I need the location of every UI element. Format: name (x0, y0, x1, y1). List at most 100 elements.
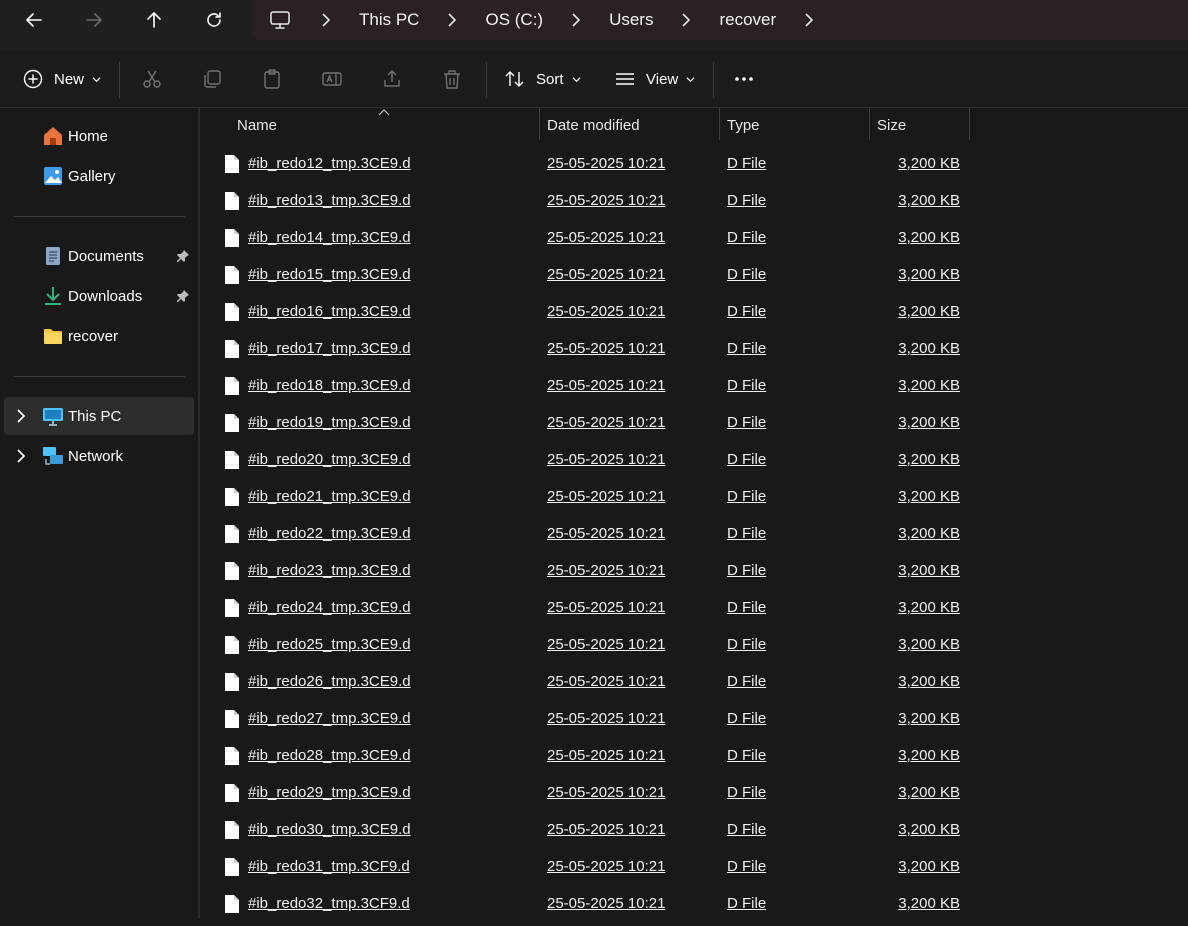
column-header-type[interactable]: Type (727, 109, 760, 141)
chevron-right-icon[interactable] (561, 13, 591, 27)
file-date-modified: 25-05-2025 10:21 (547, 488, 666, 505)
column-divider[interactable] (539, 108, 540, 140)
file-date-modified: 25-05-2025 10:21 (547, 414, 666, 431)
file-row[interactable]: #ib_redo18_tmp.3CE9.d 25-05-2025 10:21 D… (200, 368, 1188, 405)
file-row[interactable]: #ib_redo13_tmp.3CE9.d 25-05-2025 10:21 D… (200, 183, 1188, 220)
sidebar-item-downloads[interactable]: Downloads (4, 277, 194, 315)
file-icon (225, 673, 239, 691)
column-header-date-modified[interactable]: Date modified (547, 109, 640, 141)
breadcrumb-os-c[interactable]: OS (C:) (467, 10, 561, 30)
sort-icon (505, 71, 524, 87)
breadcrumb-users[interactable]: Users (591, 10, 671, 30)
file-icon (225, 414, 239, 432)
pin-icon[interactable] (176, 249, 190, 263)
pin-icon[interactable] (176, 289, 190, 303)
column-divider[interactable] (719, 108, 720, 140)
file-row[interactable]: #ib_redo20_tmp.3CE9.d 25-05-2025 10:21 D… (200, 442, 1188, 479)
trash-icon (444, 70, 460, 89)
file-row[interactable]: #ib_redo16_tmp.3CE9.d 25-05-2025 10:21 D… (200, 294, 1188, 331)
file-row[interactable]: #ib_redo19_tmp.3CE9.d 25-05-2025 10:21 D… (200, 405, 1188, 442)
file-size: 3,200 KB (898, 858, 960, 875)
file-row[interactable]: #ib_redo24_tmp.3CE9.d 25-05-2025 10:21 D… (200, 590, 1188, 627)
copy-button[interactable] (201, 62, 223, 96)
more-options-button[interactable] (733, 62, 755, 96)
sidebar-item-documents[interactable]: Documents (4, 237, 194, 275)
toolbar-divider (713, 62, 714, 98)
breadcrumb-recover[interactable]: recover (701, 10, 794, 30)
file-row[interactable]: #ib_redo17_tmp.3CE9.d 25-05-2025 10:21 D… (200, 331, 1188, 368)
sidebar-item-gallery[interactable]: Gallery (4, 157, 194, 195)
file-date-modified: 25-05-2025 10:21 (547, 266, 666, 283)
sidebar-item-recover[interactable]: recover (4, 317, 194, 355)
share-button[interactable] (381, 62, 403, 96)
file-size: 3,200 KB (898, 266, 960, 283)
chevron-right-icon[interactable] (671, 13, 701, 27)
toolbar-divider (119, 62, 120, 98)
file-name: #ib_redo21_tmp.3CE9.d (248, 488, 411, 505)
chevron-right-icon[interactable] (16, 409, 28, 423)
file-name: #ib_redo22_tmp.3CE9.d (248, 525, 411, 542)
file-icon (225, 821, 239, 839)
column-header-size[interactable]: Size (877, 109, 906, 141)
gallery-icon (42, 165, 64, 187)
file-name: #ib_redo31_tmp.3CF9.d (248, 858, 410, 875)
file-row[interactable]: #ib_redo32_tmp.3CF9.d 25-05-2025 10:21 D… (200, 886, 1188, 923)
file-name: #ib_redo27_tmp.3CE9.d (248, 710, 411, 727)
paste-button[interactable] (261, 62, 283, 96)
file-row[interactable]: #ib_redo28_tmp.3CE9.d 25-05-2025 10:21 D… (200, 738, 1188, 775)
rename-button[interactable] (321, 62, 343, 96)
breadcrumb-this-pc[interactable]: This PC (341, 10, 437, 30)
sidebar-item-this-pc[interactable]: This PC (4, 397, 194, 435)
new-button[interactable]: New (22, 62, 101, 96)
file-size: 3,200 KB (898, 155, 960, 172)
refresh-button[interactable] (194, 4, 234, 36)
file-row[interactable]: #ib_redo27_tmp.3CE9.d 25-05-2025 10:21 D… (200, 701, 1188, 738)
sidebar-divider (14, 216, 185, 217)
file-row[interactable]: #ib_redo31_tmp.3CF9.d 25-05-2025 10:21 D… (200, 849, 1188, 886)
file-row[interactable]: #ib_redo12_tmp.3CE9.d 25-05-2025 10:21 D… (200, 146, 1188, 183)
view-button[interactable]: View (614, 62, 695, 96)
sidebar-item-home[interactable]: Home (4, 117, 194, 155)
file-row[interactable]: #ib_redo29_tmp.3CE9.d 25-05-2025 10:21 D… (200, 775, 1188, 812)
file-size: 3,200 KB (898, 377, 960, 394)
file-icon (225, 525, 239, 543)
file-row[interactable]: #ib_redo22_tmp.3CE9.d 25-05-2025 10:21 D… (200, 516, 1188, 553)
chevron-down-icon (686, 76, 695, 82)
file-date-modified: 25-05-2025 10:21 (547, 673, 666, 690)
plus-circle-icon (23, 69, 43, 89)
column-divider[interactable] (969, 108, 970, 140)
file-date-modified: 25-05-2025 10:21 (547, 229, 666, 246)
chevron-right-icon[interactable] (794, 13, 824, 27)
file-icon (225, 747, 239, 765)
sort-button-label: Sort (536, 70, 564, 88)
file-row[interactable]: #ib_redo25_tmp.3CE9.d 25-05-2025 10:21 D… (200, 627, 1188, 664)
downloads-icon (42, 285, 64, 307)
file-row[interactable]: #ib_redo23_tmp.3CE9.d 25-05-2025 10:21 D… (200, 553, 1188, 590)
up-button[interactable] (134, 4, 174, 36)
file-row[interactable]: #ib_redo21_tmp.3CE9.d 25-05-2025 10:21 D… (200, 479, 1188, 516)
chevron-right-icon[interactable] (16, 449, 28, 463)
computer-icon[interactable] (269, 9, 291, 31)
file-row[interactable]: #ib_redo30_tmp.3CE9.d 25-05-2025 10:21 D… (200, 812, 1188, 849)
file-row[interactable]: #ib_redo26_tmp.3CE9.d 25-05-2025 10:21 D… (200, 664, 1188, 701)
file-size: 3,200 KB (898, 414, 960, 431)
view-button-label: View (646, 70, 679, 88)
chevron-right-icon[interactable] (311, 13, 341, 27)
sidebar-item-network[interactable]: Network (4, 437, 194, 475)
sidebar-item-label: Network (68, 447, 124, 465)
column-divider[interactable] (869, 108, 870, 140)
file-row[interactable]: #ib_redo14_tmp.3CE9.d 25-05-2025 10:21 D… (200, 220, 1188, 257)
back-button[interactable] (14, 4, 54, 36)
file-name: #ib_redo17_tmp.3CE9.d (248, 340, 411, 357)
cut-button[interactable] (141, 62, 163, 96)
chevron-right-icon[interactable] (437, 13, 467, 27)
delete-button[interactable] (441, 62, 463, 96)
sort-button[interactable]: Sort (504, 62, 581, 96)
file-row[interactable]: #ib_redo15_tmp.3CE9.d 25-05-2025 10:21 D… (200, 257, 1188, 294)
forward-button[interactable] (74, 4, 114, 36)
file-icon (225, 451, 239, 469)
column-header-name[interactable]: Name (237, 109, 277, 141)
sidebar-item-label: Gallery (68, 167, 116, 185)
file-date-modified: 25-05-2025 10:21 (547, 599, 666, 616)
file-size: 3,200 KB (898, 303, 960, 320)
